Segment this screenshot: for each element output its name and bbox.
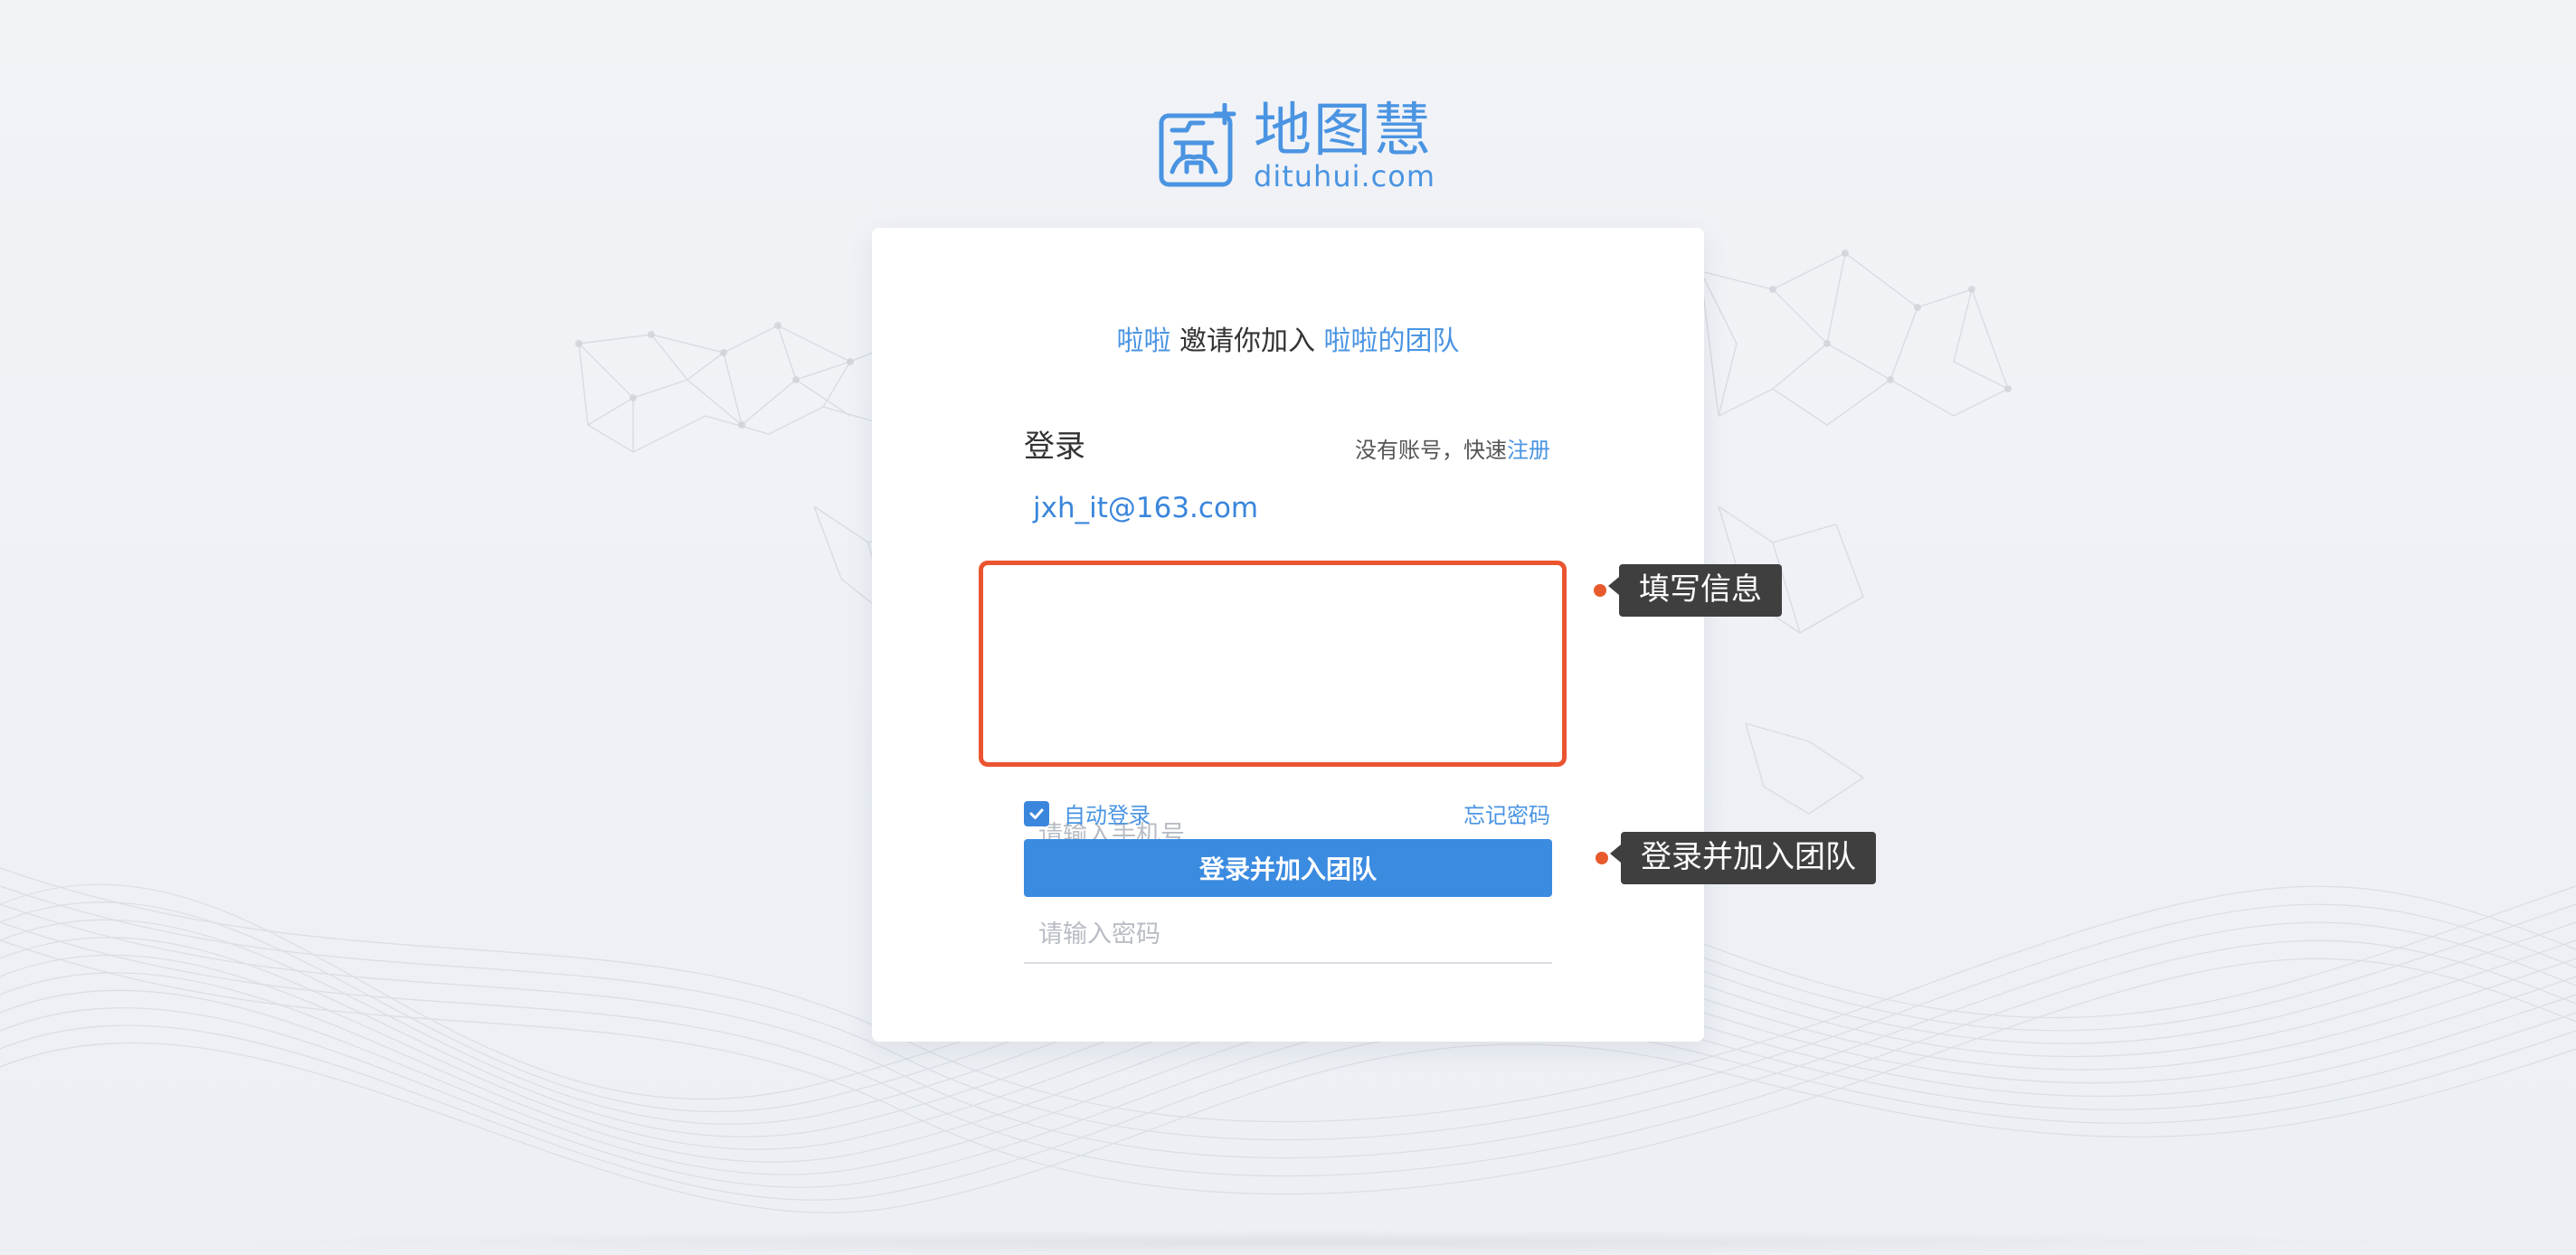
fill-info-callout: 填写信息 — [1594, 564, 1782, 617]
login-title: 登录 — [1024, 429, 1085, 465]
callout-dot-icon — [1596, 852, 1608, 864]
password-field[interactable] — [1024, 906, 1552, 964]
invite-message: 啦啦 邀请你加入 啦啦的团队 — [872, 322, 1704, 362]
invite-text: 邀请你加入 — [1179, 326, 1315, 357]
logo-domain: dituhui.com — [1254, 159, 1435, 193]
fill-info-highlight — [979, 561, 1567, 767]
callout-dot-icon — [1594, 584, 1606, 597]
join-team-callout: 登录并加入团队 — [1596, 832, 1876, 884]
forgot-password-link[interactable]: 忘记密码 — [1463, 797, 1550, 829]
password-input[interactable] — [1024, 906, 1552, 962]
logo-mark-icon — [1159, 103, 1236, 187]
invited-email: jxh_it@163.com — [1033, 492, 1259, 524]
logo-text: 地图慧 dituhui.com — [1254, 101, 1435, 192]
checkmark-icon — [1029, 808, 1044, 819]
auto-login-option[interactable]: 自动登录 — [1024, 797, 1151, 829]
logo-name-cn: 地图慧 — [1254, 98, 1433, 165]
join-team-tooltip: 登录并加入团队 — [1610, 832, 1876, 884]
auto-login-label[interactable]: 自动登录 — [1064, 797, 1151, 829]
fill-info-tooltip: 填写信息 — [1608, 564, 1782, 617]
bottom-shadow — [181, 1230, 2442, 1255]
auto-login-checkbox[interactable] — [1024, 800, 1049, 826]
signup-prompt-text: 没有账号，快速 — [1355, 438, 1507, 463]
login-join-team-button[interactable]: 登录并加入团队 — [1024, 839, 1552, 897]
brand-logo[interactable]: 地图慧 dituhui.com — [1156, 99, 1435, 193]
inviter-link[interactable]: 啦啦 — [1116, 326, 1170, 357]
signup-link[interactable]: 注册 — [1507, 438, 1550, 463]
team-link[interactable]: 啦啦的团队 — [1324, 326, 1460, 357]
page-background: 地图慧 dituhui.com 啦啦 邀请你加入 啦啦的团队 登录 没有账号，快… — [0, 0, 2576, 1255]
signup-prompt: 没有账号，快速注册 — [1355, 432, 1550, 464]
